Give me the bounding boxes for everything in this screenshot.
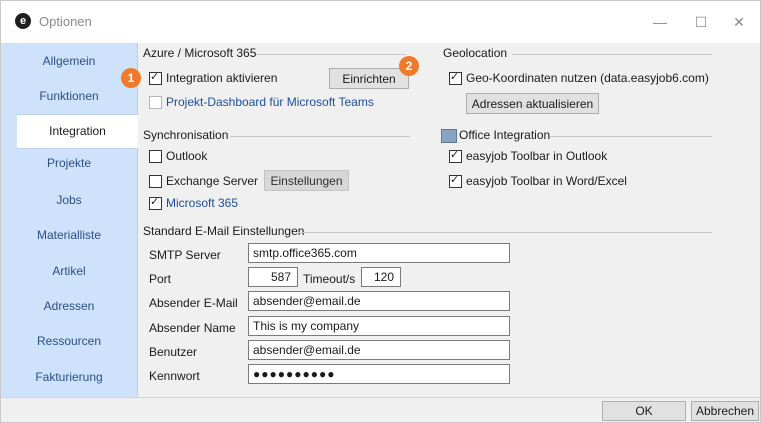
timeout-label: Timeout/s bbox=[303, 272, 356, 286]
office-group-title: Office Integration bbox=[459, 128, 551, 142]
cancel-button[interactable]: Abbrechen bbox=[691, 401, 759, 421]
microsoft365-sync-checkbox[interactable] bbox=[149, 195, 162, 210]
sender-email-field[interactable]: absender@email.de bbox=[248, 291, 510, 311]
sidebar-item-integration[interactable]: Integration bbox=[17, 114, 138, 149]
exchange-server-label: Exchange Server bbox=[166, 174, 259, 188]
window-title: Optionen bbox=[39, 14, 92, 29]
integration-label: Integration aktivieren bbox=[166, 71, 278, 85]
port-field[interactable]: 587 bbox=[248, 267, 298, 287]
app-logo-icon: e bbox=[15, 13, 31, 29]
email-group-title: Standard E-Mail Einstellungen bbox=[143, 224, 305, 238]
timeout-field[interactable]: 120 bbox=[361, 267, 401, 287]
password-field[interactable]: ●●●●●●●●●● bbox=[248, 364, 510, 384]
minimize-button[interactable]: — bbox=[640, 9, 680, 35]
geo-coordinates-label: Geo-Koordinaten nutzen (data.easyjob6.co… bbox=[466, 71, 709, 85]
sidebar-item-ressourcen[interactable]: Ressourcen bbox=[1, 325, 137, 358]
sidebar-item-jobs[interactable]: Jobs bbox=[1, 184, 137, 217]
azure-group-title: Azure / Microsoft 365 bbox=[143, 46, 257, 60]
outlook-sync-checkbox[interactable] bbox=[149, 150, 162, 163]
smtp-server-field[interactable]: smtp.office365.com bbox=[248, 243, 510, 263]
sidebar-item-funktionen[interactable]: Funktionen bbox=[1, 80, 137, 113]
sender-name-field[interactable]: This is my company bbox=[248, 316, 510, 336]
sidebar: Allgemein Funktionen Integration Projekt… bbox=[1, 43, 138, 397]
word-excel-toolbar-label: easyjob Toolbar in Word/Excel bbox=[466, 174, 627, 188]
integration-checkbox[interactable] bbox=[149, 70, 162, 85]
teams-dashboard-label: Projekt-Dashboard für Microsoft Teams bbox=[166, 95, 374, 109]
update-addresses-button[interactable]: Adressen aktualisieren bbox=[466, 93, 599, 114]
close-button[interactable]: ✕ bbox=[719, 9, 759, 35]
callout-badge-1: 1 bbox=[121, 68, 141, 88]
azure-group-divider bbox=[256, 54, 406, 55]
office-group-divider bbox=[550, 136, 712, 137]
setup-button[interactable]: Einrichten bbox=[329, 68, 409, 89]
options-dialog: e Optionen — ☐ ✕ Allgemein Funktionen In… bbox=[0, 0, 761, 423]
sidebar-item-artikel[interactable]: Artikel bbox=[1, 255, 137, 288]
sync-group-title: Synchronisation bbox=[143, 128, 229, 142]
smtp-server-label: SMTP Server bbox=[149, 248, 221, 262]
office-monitor-icon bbox=[441, 129, 457, 143]
geo-group-title: Geolocation bbox=[443, 46, 508, 60]
geo-coordinates-checkbox[interactable] bbox=[449, 70, 462, 85]
sidebar-item-fakturierung[interactable]: Fakturierung bbox=[1, 361, 137, 394]
sidebar-item-materialliste[interactable]: Materialliste bbox=[1, 219, 137, 252]
geo-group-divider bbox=[512, 54, 712, 55]
title-bar: e Optionen — ☐ ✕ bbox=[1, 1, 760, 43]
password-label: Kennwort bbox=[149, 369, 200, 383]
exchange-settings-button[interactable]: Einstellungen bbox=[264, 170, 349, 191]
outlook-sync-label: Outlook bbox=[166, 149, 208, 163]
outlook-toolbar-checkbox[interactable] bbox=[449, 148, 462, 163]
port-label: Port bbox=[149, 272, 172, 286]
sidebar-item-projekte[interactable]: Projekte bbox=[1, 147, 137, 180]
sender-email-label: Absender E-Mail bbox=[149, 296, 238, 310]
exchange-server-checkbox[interactable] bbox=[149, 175, 162, 188]
dialog-footer: OK Abbrechen bbox=[1, 397, 760, 422]
username-label: Benutzer bbox=[149, 345, 198, 359]
integration-panel: Azure / Microsoft 365 Integration aktivi… bbox=[138, 43, 760, 397]
ok-button[interactable]: OK bbox=[602, 401, 686, 421]
sidebar-item-allgemein[interactable]: Allgemein bbox=[1, 45, 137, 78]
word-excel-toolbar-checkbox[interactable] bbox=[449, 173, 462, 188]
maximize-button[interactable]: ☐ bbox=[681, 9, 721, 35]
microsoft365-sync-label: Microsoft 365 bbox=[166, 196, 239, 210]
username-field[interactable]: absender@email.de bbox=[248, 340, 510, 360]
callout-badge-2: 2 bbox=[399, 56, 419, 76]
sidebar-item-adressen[interactable]: Adressen bbox=[1, 290, 137, 323]
sync-group-divider bbox=[230, 136, 410, 137]
sender-name-label: Absender Name bbox=[149, 321, 236, 335]
outlook-toolbar-label: easyjob Toolbar in Outlook bbox=[466, 149, 608, 163]
teams-dashboard-checkbox[interactable] bbox=[149, 96, 162, 109]
email-group-divider bbox=[298, 232, 712, 233]
